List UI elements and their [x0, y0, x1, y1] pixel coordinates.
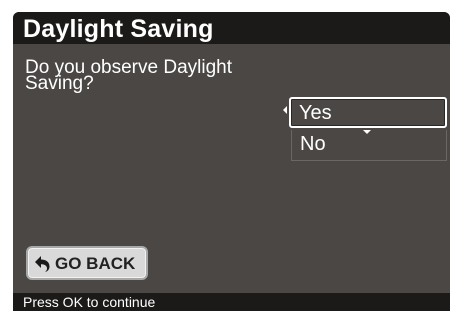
dialog-title: Daylight Saving: [23, 15, 214, 43]
return-arrow-icon: [35, 256, 50, 272]
option-no[interactable]: No: [291, 130, 447, 161]
scroll-down-caret-icon: [363, 130, 371, 134]
question-line-2: Saving?: [25, 73, 94, 94]
question-text: Do you observe Daylight Saving?: [25, 58, 285, 94]
option-list: Yes No: [289, 97, 449, 161]
daylight-saving-dialog: Daylight Saving Do you observe Daylight …: [13, 12, 450, 311]
status-text: Press OK to continue: [23, 294, 156, 310]
title-bar: Daylight Saving: [13, 12, 450, 44]
selection-left-caret-icon: [283, 106, 287, 114]
go-back-button[interactable]: GO BACK: [26, 246, 148, 280]
status-bar: Press OK to continue: [13, 293, 450, 311]
option-yes[interactable]: Yes: [289, 97, 447, 128]
go-back-label: GO BACK: [55, 254, 136, 273]
